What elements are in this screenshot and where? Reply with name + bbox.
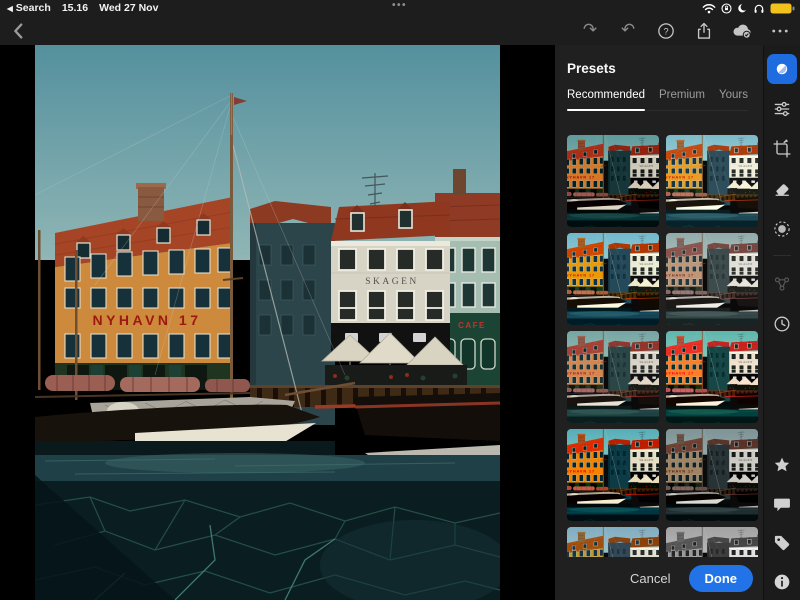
preset-tabs: Recommended Premium Yours (567, 89, 748, 111)
tab-yours[interactable]: Yours (719, 89, 748, 110)
preset-thumb-3[interactable] (567, 233, 659, 325)
rate-star-button[interactable] (769, 453, 795, 477)
panel-title: Presets (567, 61, 616, 76)
tab-recommended[interactable]: Recommended (567, 89, 645, 111)
comment-icon (774, 498, 790, 512)
help-button[interactable]: ? (655, 20, 677, 42)
star-icon (774, 457, 790, 472)
more-button[interactable] (769, 20, 791, 42)
back-to-search-app[interactable]: ◀ Search (7, 2, 51, 14)
presets-tool-button[interactable] (767, 54, 797, 84)
tab-premium[interactable]: Premium (659, 89, 705, 110)
panel-footer: Cancel Done (555, 557, 763, 600)
photo-area (0, 45, 555, 600)
presets-panel: Presets Recommended Premium Yours Cancel… (555, 45, 763, 600)
chevron-left-icon (14, 23, 23, 39)
undo-icon: ↶ (620, 20, 636, 40)
preset-thumb-2[interactable] (666, 135, 758, 227)
crop-tool-button[interactable] (769, 137, 795, 161)
healing-tool-button[interactable] (769, 177, 795, 201)
healing-eraser-icon (775, 184, 789, 196)
cloud-sync-button[interactable] (731, 20, 753, 42)
orientation-lock-icon (721, 2, 732, 14)
redo-icon: ↷ (582, 20, 598, 40)
battery-icon (770, 3, 795, 13)
comment-button[interactable] (769, 492, 795, 516)
cancel-button[interactable]: Cancel (630, 571, 670, 586)
versions-tool-button[interactable] (769, 272, 795, 296)
preset-grid (555, 135, 763, 600)
toolbar: ↷ ↶ ? (0, 16, 800, 45)
back-to-app-label: Search (15, 2, 51, 14)
info-button[interactable] (769, 570, 795, 594)
share-button[interactable] (693, 20, 715, 42)
history-icon (774, 316, 790, 332)
history-tool-button[interactable] (769, 312, 795, 336)
done-button[interactable]: Done (688, 565, 753, 592)
svg-text:?: ? (663, 26, 668, 36)
undo-button[interactable]: ↶ (617, 20, 639, 42)
more-icon (772, 29, 788, 32)
masking-icon (774, 221, 790, 237)
edit-sliders-icon (774, 101, 790, 117)
status-time: 15.16 (61, 2, 89, 14)
crop-icon (773, 139, 791, 158)
preset-thumb-4[interactable] (666, 233, 758, 325)
photo-canvas[interactable] (35, 45, 500, 600)
back-button[interactable] (8, 18, 34, 44)
preset-thumb-7[interactable] (567, 429, 659, 521)
preset-thumb-1[interactable] (567, 135, 659, 227)
preset-thumb-8[interactable] (666, 429, 758, 521)
masking-tool-button[interactable] (769, 217, 795, 241)
lightroom-app: ◀ Search 15.16 Wed 27 Nov ••• ↷ ↶ ? Pres… (0, 0, 800, 600)
edit-tool-button[interactable] (769, 97, 795, 121)
moon-icon (738, 3, 746, 12)
headphones-icon (754, 4, 764, 13)
back-to-app-triangle-icon: ◀ (7, 4, 13, 13)
cloud-synced-icon (733, 24, 751, 39)
help-icon: ? (658, 22, 674, 39)
share-icon (697, 22, 711, 39)
preset-thumb-5[interactable] (567, 331, 659, 423)
status-bar: ◀ Search 15.16 Wed 27 Nov ••• (0, 0, 800, 16)
versions-icon (774, 277, 790, 291)
top-chrome: ◀ Search 15.16 Wed 27 Nov ••• ↷ ↶ ? (0, 0, 800, 45)
multitask-dots[interactable]: ••• (392, 0, 407, 11)
rail-divider (773, 255, 791, 256)
right-toolbar (763, 45, 800, 600)
status-date: Wed 27 Nov (99, 2, 159, 14)
info-icon (774, 574, 790, 590)
redo-button[interactable]: ↷ (579, 20, 601, 42)
tag-icon (774, 535, 790, 551)
wifi-icon (702, 3, 716, 13)
presets-icon (776, 63, 788, 75)
preset-thumb-6[interactable] (666, 331, 758, 423)
keywords-tag-button[interactable] (769, 531, 795, 555)
